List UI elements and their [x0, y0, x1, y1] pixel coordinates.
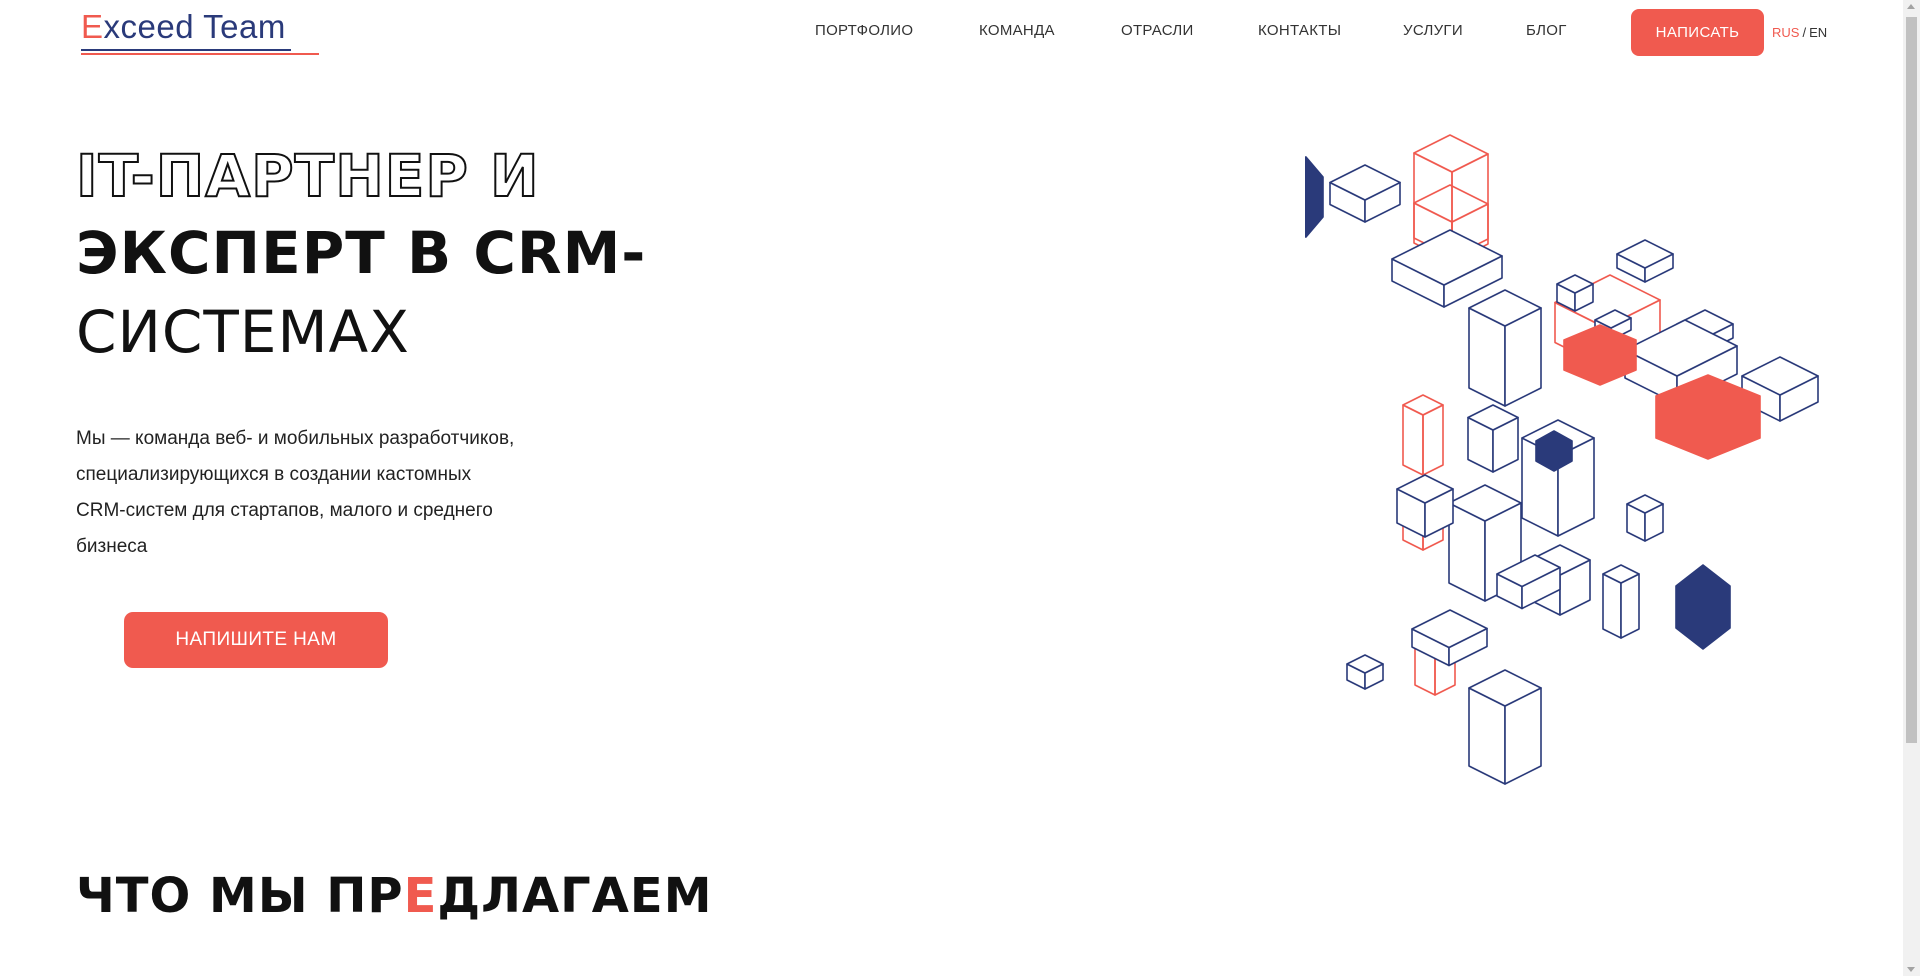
section-title-accent: Е [403, 868, 438, 924]
write-button[interactable]: НАПИСАТЬ [1631, 9, 1764, 56]
hero-title-line-3: СИСТЕМАХ [76, 298, 410, 366]
scroll-up-arrow-icon[interactable] [1907, 4, 1915, 9]
nav-item-services[interactable]: УСЛУГИ [1403, 22, 1463, 39]
logo-rest: xceed Team [103, 8, 286, 45]
cube-shape [1626, 494, 1664, 542]
nav-item-industries[interactable]: ОТРАСЛИ [1121, 22, 1194, 39]
logo-underline-red [81, 53, 319, 55]
nav-item-portfolio[interactable]: ПОРТФОЛИО [815, 22, 913, 39]
scrollbar-thumb[interactable] [1906, 17, 1917, 743]
section-title-part2: ДЛАГАЕМ [437, 868, 713, 924]
logo-underline-navy [81, 49, 291, 51]
hero-title-line-2: ЭКСПЕРТ В CRM- [76, 219, 647, 287]
cube-shape [1467, 404, 1519, 473]
lang-separator: / [1802, 25, 1807, 40]
logo-text: Exceed Team [81, 8, 286, 46]
lang-en[interactable]: EN [1809, 25, 1827, 40]
lang-rus[interactable]: RUS [1772, 25, 1799, 40]
nav-item-blog[interactable]: БЛОГ [1526, 22, 1567, 39]
page-scrollbar[interactable] [1903, 0, 1920, 976]
hexagon-shape [1305, 156, 1324, 238]
contact-us-button[interactable]: НАПИШИТЕ НАМ [124, 612, 388, 668]
nav-item-team[interactable]: КОМАНДА [979, 22, 1055, 39]
cube-shape [1402, 394, 1444, 476]
nav-item-contacts[interactable]: КОНТАКТЫ [1258, 22, 1341, 39]
cube-shape [1602, 564, 1640, 639]
cube-shape [1468, 669, 1542, 785]
cube-shape [1468, 289, 1542, 407]
cube-shape [1411, 609, 1488, 667]
language-switcher: RUS / EN [1772, 25, 1827, 40]
cube-shape [1391, 229, 1503, 308]
logo[interactable]: Exceed Team [81, 8, 319, 55]
section-title-part1: ЧТО МЫ ПР [76, 868, 404, 924]
cube-shape [1329, 164, 1401, 223]
cube-shape [1396, 474, 1454, 538]
logo-first-letter: E [81, 8, 104, 45]
cube-shape [1616, 239, 1674, 283]
section-title-offer: ЧТО МЫ ПРЕДЛАГАЕМ [76, 868, 712, 924]
hero-title-line-1: IT-ПАРТНЕР И [75, 141, 540, 211]
hero-description: Мы — команда веб- и мобильных разработчи… [76, 428, 515, 557]
isometric-cubes-illustration [1305, 134, 1819, 785]
cube-shape [1346, 654, 1384, 690]
hexagon-shape [1675, 564, 1731, 650]
scroll-down-arrow-icon[interactable] [1907, 967, 1915, 972]
